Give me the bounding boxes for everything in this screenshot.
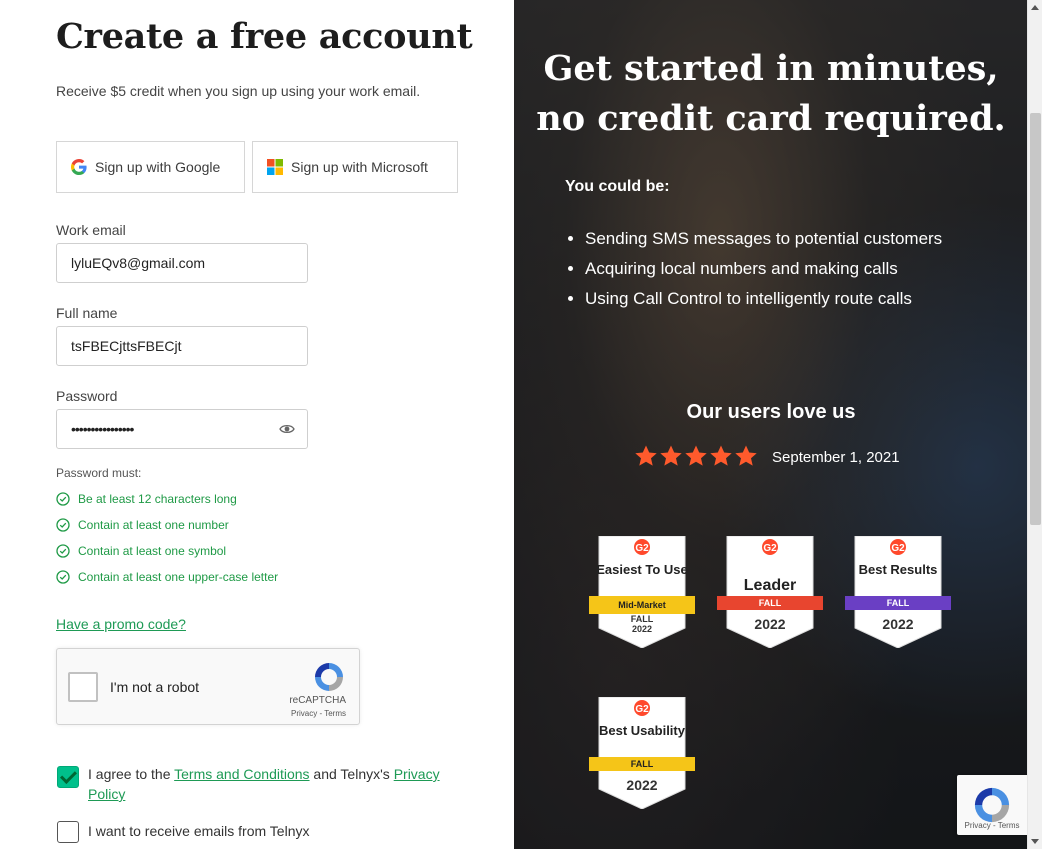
badge-title: Easiest To Use	[596, 562, 688, 577]
recaptcha-brand: reCAPTCHA	[289, 695, 346, 706]
marketing-panel: Get started in minutes, no credit card r…	[514, 0, 1028, 849]
badge-season: FALL	[589, 757, 695, 771]
badge-year: 2022	[631, 624, 653, 634]
star-icon	[660, 445, 682, 466]
svg-text:G2: G2	[763, 543, 777, 554]
terms-prefix: I agree to the	[88, 766, 175, 782]
password-rule: Contain at least one symbol	[56, 544, 226, 558]
password-rule-text: Contain at least one number	[78, 518, 229, 532]
terms-link[interactable]: Terms and Conditions	[174, 766, 309, 782]
microsoft-icon	[267, 159, 283, 175]
password-rule: Contain at least one number	[56, 518, 229, 532]
badge-title: Leader	[743, 577, 797, 594]
star-icon	[735, 445, 757, 466]
users-love-heading: Our users love us	[686, 401, 856, 423]
email-optin: I want to receive emails from Telnyx	[56, 821, 310, 843]
headline-line2: no credit card required.	[536, 98, 1006, 139]
recaptcha-label: I'm not a robot	[110, 679, 200, 695]
recaptcha-floating-badge[interactable]: Privacy - Terms	[957, 775, 1027, 835]
g2-badge-easiest-to-use: G2 Easiest To Use Mid-Market FALL 2022	[589, 536, 695, 648]
terms-checkbox[interactable]	[57, 766, 79, 788]
password-rule: Contain at least one upper-case letter	[56, 570, 278, 584]
email-value: lyluEQv8@gmail.com	[71, 255, 206, 271]
google-signup-label: Sign up with Google	[95, 159, 221, 175]
check-circle-icon	[56, 492, 70, 506]
recaptcha-logo-icon	[315, 663, 343, 691]
show-password-eye-icon[interactable]	[279, 422, 295, 436]
scroll-down-arrow-icon[interactable]	[1031, 839, 1039, 844]
promo-code-link[interactable]: Have a promo code?	[56, 616, 186, 632]
recaptcha-widget: I'm not a robot reCAPTCHA Privacy - Term…	[56, 648, 360, 725]
check-circle-icon	[56, 570, 70, 584]
password-label: Password	[56, 388, 118, 404]
g2-badge-best-usability: G2 Best Usability FALL 2022	[589, 697, 695, 809]
badge-year: 2022	[626, 777, 658, 793]
terms-agreement: I agree to the Terms and Conditions and …	[56, 766, 448, 804]
star-icon	[710, 445, 732, 466]
star-icon	[685, 445, 707, 466]
password-field[interactable]: ••••••••••••••••	[56, 409, 308, 449]
badge-season: FALL	[717, 596, 823, 610]
headline-line1: Get started in minutes,	[543, 48, 999, 89]
headline: Get started in minutes, no credit card r…	[514, 44, 1028, 144]
microsoft-signup-button[interactable]: Sign up with Microsoft	[252, 141, 458, 193]
page-subtitle: Receive $5 credit when you sign up using…	[56, 83, 421, 99]
full-name-field[interactable]: tsFBECjttsFBECjt	[56, 326, 308, 366]
star-rating	[634, 444, 758, 468]
star-icon	[635, 445, 657, 466]
badge-title: Best Results	[858, 562, 938, 577]
benefits-list: Sending SMS messages to potential custom…	[585, 224, 942, 314]
rating-date: September 1, 2021	[772, 449, 900, 466]
password-rule-text: Be at least 12 characters long	[78, 492, 237, 506]
badge-season: FALL	[845, 596, 951, 610]
google-signup-button[interactable]: Sign up with Google	[56, 141, 245, 193]
password-rule: Be at least 12 characters long	[56, 492, 237, 506]
microsoft-signup-label: Sign up with Microsoft	[291, 159, 428, 175]
benefit-item: Sending SMS messages to potential custom…	[585, 224, 942, 254]
could-be-heading: You could be:	[565, 178, 670, 195]
recaptcha-floating-links[interactable]: Privacy - Terms	[957, 821, 1027, 830]
scroll-up-arrow-icon[interactable]	[1031, 5, 1039, 10]
recaptcha-privacy-terms[interactable]: Privacy - Terms	[291, 709, 346, 718]
full-name-label: Full name	[56, 305, 118, 321]
google-icon	[71, 159, 87, 175]
badge-year: 2022	[754, 616, 786, 632]
svg-text:G2: G2	[635, 704, 649, 715]
page-scrollbar[interactable]	[1027, 0, 1042, 849]
recaptcha-checkbox[interactable]	[68, 672, 98, 702]
password-rule-text: Contain at least one upper-case letter	[78, 570, 279, 584]
email-label: Work email	[56, 222, 126, 238]
password-value: ••••••••••••••••	[71, 421, 134, 437]
benefit-item: Acquiring local numbers and making calls	[585, 254, 942, 284]
check-circle-icon	[56, 544, 70, 558]
badge-subtitle: Mid-Market	[589, 596, 695, 614]
badge-season: FALL	[630, 614, 654, 624]
email-optin-label: I want to receive emails from Telnyx	[88, 823, 310, 839]
scrollbar-thumb[interactable]	[1030, 113, 1041, 525]
svg-text:G2: G2	[635, 543, 649, 554]
svg-text:G2: G2	[891, 543, 905, 554]
terms-middle: and Telnyx's	[309, 766, 394, 782]
check-circle-icon	[56, 518, 70, 532]
g2-badge-best-results: G2 Best Results FALL 2022	[845, 536, 951, 648]
benefit-item: Using Call Control to intelligently rout…	[585, 284, 942, 314]
email-field[interactable]: lyluEQv8@gmail.com	[56, 243, 308, 283]
password-requirements-heading: Password must:	[56, 466, 142, 480]
badge-title: Best Usability	[599, 723, 685, 738]
page-title: Create a free account	[56, 16, 473, 57]
signup-form-panel: Create a free account Receive $5 credit …	[0, 0, 514, 849]
badge-year: 2022	[882, 616, 914, 632]
password-rule-text: Contain at least one symbol	[78, 544, 227, 558]
g2-badge-leader: G2 Leader FALL 2022	[717, 536, 823, 648]
full-name-value: tsFBECjttsFBECjt	[71, 338, 182, 354]
email-optin-checkbox[interactable]	[57, 821, 79, 843]
